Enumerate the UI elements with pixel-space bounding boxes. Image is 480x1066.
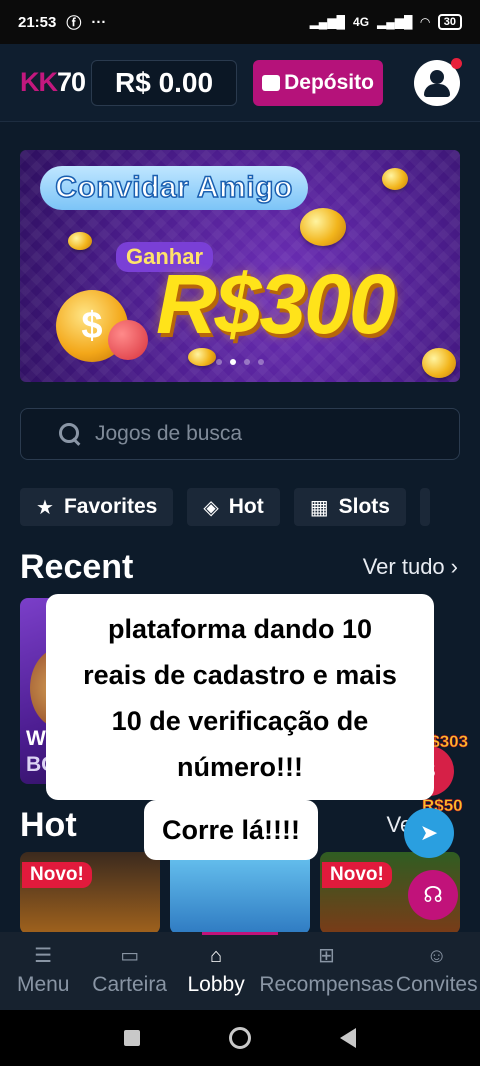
nav-lobby[interactable]: ⌂ Lobby (173, 932, 259, 1010)
category-tabs: ★ Favorites ◈ Hot ▦ Slots (20, 488, 430, 526)
gift-icon: ⊞ (318, 945, 335, 967)
signal-icon-2: ▂▄▆█ (377, 15, 413, 29)
nav-active-indicator (202, 932, 278, 935)
recent-title: Recent (20, 548, 134, 586)
star-icon: ★ (36, 496, 54, 519)
logo[interactable]: KK70 (20, 67, 86, 98)
slots-icon: ▦ (309, 496, 329, 519)
recent-see-all[interactable]: Ver tudo › (363, 554, 458, 580)
wallet-icon (262, 74, 281, 91)
carousel-dots (216, 359, 264, 365)
new-badge: Novo! (22, 862, 92, 888)
hot-icon: ◈ (203, 496, 219, 519)
coin-icon (68, 232, 92, 250)
wifi-icon: ◠ (420, 15, 430, 29)
notification-dot (451, 57, 462, 69)
user-plus-icon: ☺ (426, 945, 447, 967)
search-bar[interactable] (20, 408, 460, 460)
hot-game-card[interactable] (170, 852, 310, 934)
nav-menu[interactable]: ☰ Menu (0, 932, 86, 1010)
nav-invites[interactable]: ☺ Convites (394, 932, 480, 1010)
hot-game-card[interactable]: Novo! (20, 852, 160, 934)
search-icon (59, 423, 81, 445)
promo-banner[interactable]: Convidar Amigo Ganhar $ R$300 (20, 150, 460, 382)
caption-overlay: plataforma dando 10 reais de cadastro e … (46, 594, 434, 800)
balance-display[interactable]: R$ 0.00 (91, 59, 238, 106)
tab-slots[interactable]: ▦ Slots (293, 488, 406, 526)
tab-more[interactable] (419, 488, 430, 526)
back-icon[interactable] (339, 1028, 356, 1048)
coin-icon (382, 168, 408, 190)
telegram-button[interactable]: ➤ (404, 808, 454, 858)
coin-icon (300, 208, 346, 246)
headset-icon: ☊ (423, 882, 443, 907)
home-icon: ⌂ (210, 945, 223, 967)
status-time: 21:53 (18, 13, 57, 31)
wallet-icon: ▭ (120, 945, 140, 967)
support-button[interactable]: ☊ (408, 870, 458, 920)
telegram-icon: ➤ (419, 820, 439, 845)
more-icon: ··· (91, 13, 107, 31)
new-badge: Novo! (322, 862, 392, 888)
facebook-icon: ⓕ (66, 14, 82, 32)
status-bar: 21:53 ⓕ ··· ▂▄▆█ 4G ▂▄▆█ ◠ 30 (0, 0, 480, 44)
tab-favorites[interactable]: ★ Favorites (20, 488, 174, 526)
top-header: KK70 R$ 0.00 Depósito (0, 44, 480, 122)
hot-title: Hot (20, 806, 77, 844)
caption-overlay-2: Corre lá!!!! (144, 800, 318, 860)
network-type: 4G (353, 15, 370, 29)
search-input[interactable] (95, 422, 415, 446)
nav-rewards[interactable]: ⊞ Recompensas (259, 932, 393, 1010)
banner-prize: R$300 (156, 257, 396, 351)
signal-icon: ▂▄▆█ (309, 15, 346, 29)
nav-wallet[interactable]: ▭ Carteira (86, 932, 172, 1010)
battery-icon: 30 (437, 14, 462, 30)
recents-icon[interactable] (124, 1030, 141, 1046)
avatar[interactable] (414, 57, 462, 106)
coin-icon (422, 348, 456, 378)
home-system-icon[interactable] (228, 1027, 251, 1049)
menu-icon: ☰ (34, 945, 53, 967)
banner-title: Convidar Amigo (40, 166, 308, 210)
tab-hot[interactable]: ◈ Hot (187, 488, 280, 526)
deposit-label: Depósito (284, 70, 374, 94)
deposit-button[interactable]: Depósito (253, 59, 384, 106)
bottom-nav: ☰ Menu ▭ Carteira ⌂ Lobby ⊞ Recompensas … (0, 932, 480, 1010)
chevron-right-icon: › (450, 554, 458, 579)
basketball-icon (108, 320, 148, 360)
system-nav-bar (0, 1010, 480, 1066)
